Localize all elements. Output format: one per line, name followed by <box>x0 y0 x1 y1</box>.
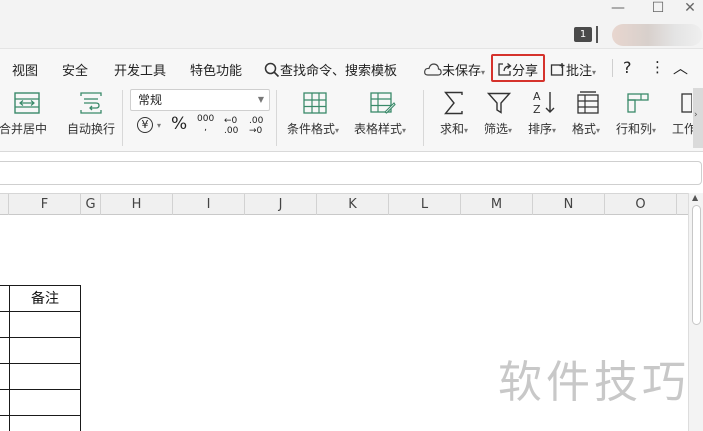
row-column-button[interactable]: 行和列▾ <box>616 120 656 137</box>
ribbon-divider <box>122 90 123 146</box>
table-border <box>0 285 81 286</box>
search-icon <box>264 62 280 78</box>
table-border <box>0 389 81 390</box>
share-button[interactable]: 分享 <box>497 60 538 79</box>
ribbon-toolbar: 合并居中 自动换行 常规 ▼ ¥ ▾ % 000, ←0 .00 .00 →0 … <box>0 86 703 152</box>
filter-icon <box>487 92 511 114</box>
share-icon <box>498 63 512 76</box>
window-count-badge[interactable]: 1 <box>574 27 592 42</box>
search-command[interactable]: 查找命令、搜索模板 <box>264 60 397 79</box>
share-label: 分享 <box>512 64 539 79</box>
column-header-h[interactable]: H <box>101 194 173 215</box>
format-label: 格式 <box>572 122 597 136</box>
column-header-row: F G H I J K L M N O <box>0 193 688 215</box>
conditional-format-button[interactable]: 条件格式▾ <box>287 120 339 137</box>
vertical-scrollbar[interactable]: ▲ <box>688 193 703 431</box>
filter-button[interactable]: 筛选▾ <box>484 120 512 137</box>
percent-button[interactable]: % <box>171 114 187 134</box>
comment-button[interactable]: 批注▾ <box>550 60 596 79</box>
comment-icon <box>550 63 565 76</box>
column-header-l[interactable]: L <box>389 194 461 215</box>
unsaved-status[interactable]: 未保存▾ <box>424 60 485 79</box>
tab-view[interactable]: 视图 <box>12 60 38 79</box>
comment-label: 批注 <box>566 64 593 79</box>
tab-security[interactable]: 安全 <box>62 60 88 79</box>
help-button[interactable]: ? <box>623 58 632 77</box>
column-header-i[interactable]: I <box>173 194 245 215</box>
sort-label: 排序 <box>528 122 553 136</box>
wrap-text-icon <box>80 92 102 114</box>
column-header-o[interactable]: O <box>605 194 677 215</box>
scroll-thumb[interactable] <box>692 205 701 325</box>
ribbon-divider <box>276 90 277 146</box>
row-column-label: 行和列 <box>616 122 653 136</box>
cloud-icon <box>424 63 442 76</box>
unsaved-label: 未保存 <box>442 64 482 79</box>
worksheet-icon <box>681 93 692 113</box>
tab-developer[interactable]: 开发工具 <box>114 60 166 79</box>
minimize-button[interactable]: — <box>606 0 630 16</box>
collapse-ribbon-button[interactable]: ︿ <box>673 57 688 78</box>
thousands-label: 000 <box>197 114 215 124</box>
restore-button[interactable]: ☐ <box>646 0 670 16</box>
menu-bar: 视图 安全 开发工具 特色功能 查找命令、搜索模板 未保存▾ 分享 批注▾ ? … <box>0 48 703 86</box>
table-border <box>0 337 81 338</box>
merge-center-button[interactable]: 合并居中 <box>0 120 47 137</box>
formula-bar[interactable] <box>0 161 702 185</box>
sort-button[interactable]: 排序▾ <box>528 120 556 137</box>
sum-button[interactable]: 求和▾ <box>440 120 468 137</box>
increase-decimal-button[interactable]: ←0 .00 <box>224 116 238 136</box>
title-bar: 1 — ☐ ✕ <box>0 0 703 48</box>
chevron-down-icon: ▼ <box>257 95 264 104</box>
thousands-button[interactable]: 000, <box>197 115 214 133</box>
table-border <box>0 415 81 416</box>
decrease-decimal-button[interactable]: .00 →0 <box>249 116 263 136</box>
chevron-down-icon: ▾ <box>592 68 597 77</box>
ribbon-divider <box>423 90 424 146</box>
note-header-cell[interactable]: 备注 <box>9 288 81 308</box>
column-header-partial[interactable] <box>0 194 9 215</box>
filter-label: 筛选 <box>484 122 509 136</box>
column-header-g[interactable]: G <box>81 194 101 215</box>
scroll-up-icon[interactable]: ▲ <box>692 193 698 202</box>
svg-text:Z: Z <box>533 103 541 115</box>
chevron-down-icon: ▾ <box>481 68 486 77</box>
tab-features[interactable]: 特色功能 <box>190 60 242 79</box>
column-header-k[interactable]: K <box>317 194 389 215</box>
format-button[interactable]: 格式▾ <box>572 120 600 137</box>
currency-button[interactable]: ¥ <box>137 117 153 133</box>
close-button[interactable]: ✕ <box>678 0 702 16</box>
titlebar-divider <box>596 26 598 43</box>
user-avatar[interactable] <box>612 24 702 46</box>
column-header-m[interactable]: M <box>461 194 533 215</box>
column-header-f[interactable]: F <box>9 194 81 215</box>
watermark: 软件技巧 <box>498 357 690 408</box>
sum-label: 求和 <box>440 122 465 136</box>
table-style-label: 表格样式 <box>354 122 403 136</box>
conditional-format-icon <box>303 92 327 114</box>
number-format-select[interactable]: 常规 ▼ <box>130 89 270 111</box>
chevron-right-icon: › <box>694 110 698 120</box>
more-button[interactable]: ⋮ <box>650 58 665 76</box>
sort-icon: A Z <box>533 90 555 115</box>
merge-center-icon <box>14 92 40 114</box>
ribbon-scroll-right[interactable]: › <box>693 88 703 148</box>
row-column-icon <box>627 93 649 113</box>
number-format-value: 常规 <box>138 93 163 107</box>
table-style-icon <box>370 92 396 114</box>
table-border <box>0 311 81 312</box>
conditional-format-label: 条件格式 <box>287 122 336 136</box>
search-command-label: 查找命令、搜索模板 <box>280 64 398 79</box>
chevron-down-icon: ▾ <box>157 121 162 130</box>
wrap-text-button[interactable]: 自动换行 <box>67 120 115 137</box>
sum-icon <box>444 91 463 115</box>
format-icon <box>577 91 599 114</box>
svg-text:A: A <box>533 90 541 103</box>
column-header-j[interactable]: J <box>245 194 317 215</box>
table-border <box>0 363 81 364</box>
column-header-n[interactable]: N <box>533 194 605 215</box>
menu-divider <box>612 59 613 77</box>
table-style-button[interactable]: 表格样式▾ <box>354 120 406 137</box>
